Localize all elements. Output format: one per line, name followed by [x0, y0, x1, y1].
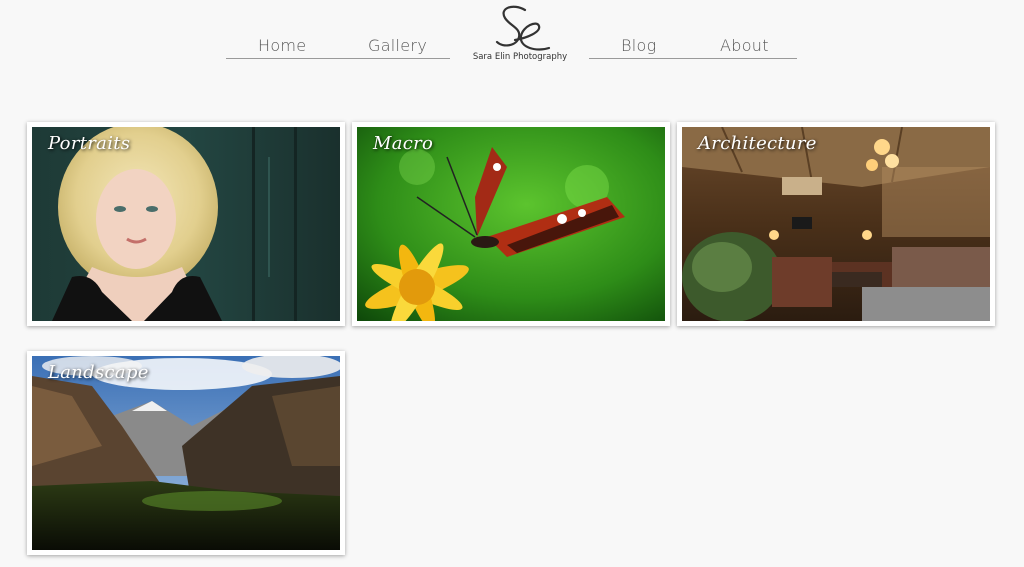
site-header: Home Gallery Sara Elin Photography Blog …	[0, 0, 1024, 80]
site-logo[interactable]: Sara Elin Photography	[470, 4, 570, 70]
tile-label-macro: Macro	[373, 133, 434, 154]
gallery-tile-macro[interactable]: Macro	[352, 122, 670, 326]
monogram-logo-icon	[495, 5, 551, 51]
nav-right: Blog About	[589, 34, 797, 59]
nav-gallery-link[interactable]: Gallery	[368, 36, 427, 55]
gallery-tile-portraits[interactable]: Portraits	[27, 122, 345, 326]
portraits-photo: Portraits	[32, 127, 340, 321]
architecture-photo: Architecture	[682, 127, 990, 321]
landscape-photo: Landscape	[32, 356, 340, 550]
gallery-tile-architecture[interactable]: Architecture	[677, 122, 995, 326]
nav-left: Home Gallery	[226, 34, 450, 59]
macro-photo: Macro	[357, 127, 665, 321]
tile-label-landscape: Landscape	[48, 362, 149, 383]
tile-label-portraits: Portraits	[48, 133, 131, 154]
nav-home-link[interactable]: Home	[258, 36, 306, 55]
nav-about-link[interactable]: About	[720, 36, 769, 55]
tile-label-architecture: Architecture	[698, 133, 817, 154]
logo-tagline: Sara Elin Photography	[472, 52, 568, 62]
gallery-tile-landscape[interactable]: Landscape	[27, 351, 345, 555]
nav-blog-link[interactable]: Blog	[621, 36, 657, 55]
